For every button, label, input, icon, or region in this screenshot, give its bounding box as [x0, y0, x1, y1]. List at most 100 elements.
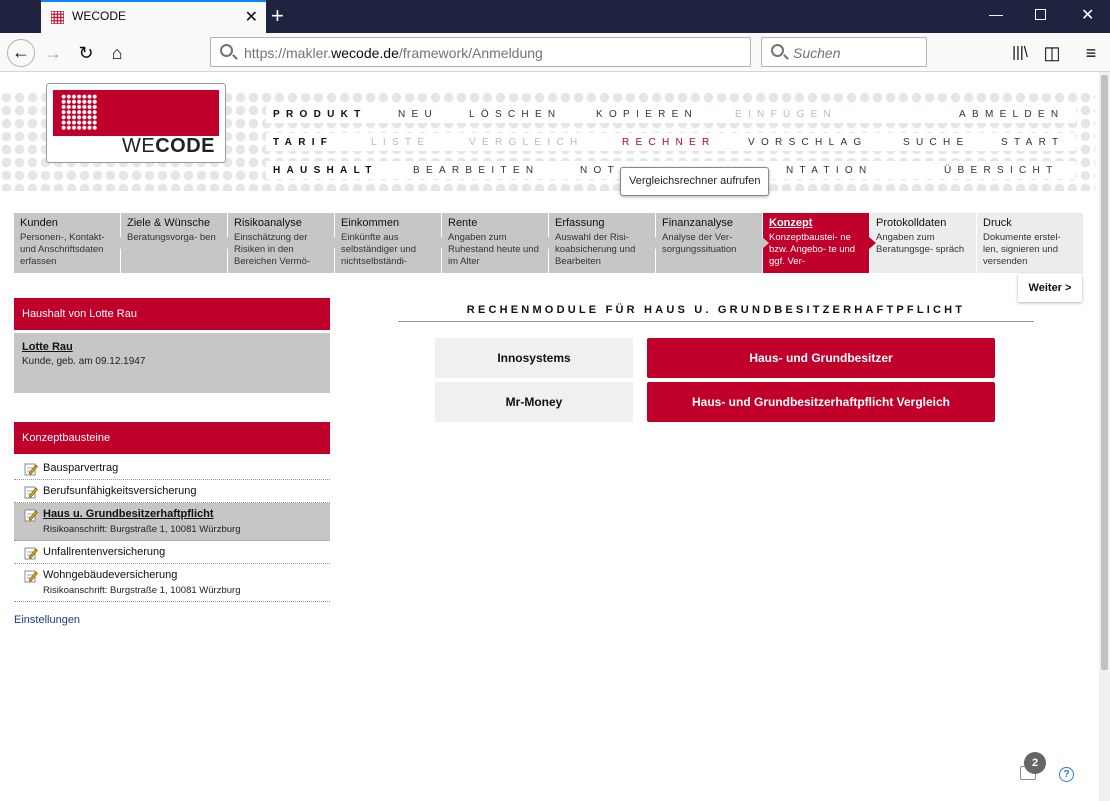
step-arrow-icon — [334, 237, 341, 249]
konzept-item-title: Haus u. Grundbesitzerhaftpflicht — [43, 508, 214, 520]
step-ziele-wünsche[interactable]: Ziele & Wünsche Beratungsvorga- ben — [121, 213, 234, 273]
tab-title: WECODE — [72, 9, 126, 23]
step-risikoanalyse[interactable]: Risikoanalyse Einschätzung der Risiken in… — [228, 213, 341, 273]
edit-pencil-icon — [24, 486, 38, 499]
step-rente[interactable]: Rente Angaben zum Ruhestand heute und im … — [442, 213, 555, 273]
menu-item-abmelden[interactable]: ABMELDEN — [959, 109, 1064, 120]
weiter-button[interactable]: Weiter > — [1018, 274, 1082, 302]
step-title: Erfassung — [555, 217, 605, 229]
library-icon[interactable]: |||\ — [1006, 39, 1034, 67]
menu-item-vorschlag[interactable]: VORSCHLAG — [748, 137, 868, 148]
menu-item-neu[interactable]: NEU — [398, 109, 438, 120]
step-finanzanalyse[interactable]: Finanzanalyse Analyse der Ver- sorgungssi… — [656, 213, 769, 273]
sidebar-icon[interactable]: ◫ — [1038, 39, 1066, 67]
menu-item-produkt[interactable]: PRODUKT — [273, 109, 367, 120]
search-icon — [220, 44, 233, 57]
step-arrow-icon — [227, 237, 234, 249]
logo-dot-grid-icon — [61, 94, 97, 130]
household-card: Lotte Rau Kunde, geb. am 09.12.1947 — [14, 333, 330, 393]
maximize-icon[interactable] — [1035, 9, 1046, 20]
search-bar[interactable]: Suchen — [761, 37, 927, 67]
konzept-item[interactable]: Haus u. Grundbesitzerhaftpflicht Risikoan… — [14, 503, 330, 541]
step-title: Kunden — [20, 217, 58, 229]
step-arrow-icon — [441, 237, 448, 249]
step-description: Auswahl der Risi- koabsicherung und Bear… — [555, 232, 636, 267]
back-arrow-icon[interactable]: ← — [7, 39, 35, 67]
scrollbar-thumb[interactable] — [1101, 75, 1108, 670]
browser-nav-bar: ← → ↻ ⌂ https://makler.wecode.de/framewo… — [0, 33, 1110, 72]
step-arrow-icon — [120, 237, 127, 249]
konzept-item-address: Risikoanschrift: Burgstraße 1, 10081 Wür… — [43, 585, 241, 596]
step-erfassung[interactable]: Erfassung Auswahl der Risi- koabsicherung… — [549, 213, 662, 273]
help-icon[interactable]: ? — [1059, 767, 1074, 782]
step-protokolldaten[interactable]: Protokolldaten Angaben zum Beratungsge- s… — [870, 213, 977, 273]
url-bar[interactable]: https://makler.wecode.de/framework/Anmel… — [210, 37, 751, 67]
step-title: Ziele & Wünsche — [127, 217, 211, 229]
menu-item-löschen[interactable]: LÖSCHEN — [469, 109, 561, 120]
close-tab-icon[interactable]: ✕ — [245, 7, 258, 27]
page-title: RECHENMODULE FÜR HAUS U. GRUNDBESITZERHA… — [466, 304, 966, 316]
step-description: Einkünfte aus selbständiger und nichtsel… — [341, 232, 416, 267]
step-title: Rente — [448, 217, 478, 229]
menu-item-bearbeiten[interactable]: BEARBEITEN — [413, 165, 539, 176]
household-header: Haushalt von Lotte Rau — [14, 298, 330, 330]
konzept-item[interactable]: Berufsunfähigkeitsversicherung — [14, 480, 330, 503]
forward-arrow-icon[interactable]: → — [39, 39, 67, 67]
menu-item-liste: LISTE — [371, 137, 431, 148]
step-description: Beratungsvorga- ben — [127, 232, 216, 243]
menu-item-einfügen: EINFÜGEN — [735, 109, 838, 120]
wecode-favicon-icon — [51, 11, 64, 24]
new-tab-plus-icon[interactable]: + — [271, 3, 284, 29]
customer-name-link[interactable]: Lotte Rau — [22, 341, 322, 353]
module-haus-grundbesitzer-button[interactable]: Haus- und Grundbesitzer — [647, 338, 995, 378]
menu-item-ntation[interactable]: NTATION — [786, 165, 873, 176]
scrollbar[interactable] — [1099, 72, 1110, 801]
process-steps: Kunden Personen-, Kontakt- und Anschrifts… — [14, 213, 1084, 273]
konzept-item-title: Unfallrentenversicherung — [43, 546, 166, 558]
step-description: Dokumente erstel- len, signieren und ver… — [983, 232, 1061, 267]
hamburger-menu-icon[interactable]: ≡ — [1077, 39, 1105, 67]
menu-item-not[interactable]: NOT — [580, 165, 620, 176]
menu-item-start[interactable]: START — [1001, 137, 1064, 148]
konzept-item-title: Bausparvertrag — [43, 462, 119, 474]
step-title: Einkommen — [341, 217, 400, 229]
title-divider — [398, 321, 1034, 322]
home-icon[interactable]: ⌂ — [103, 39, 131, 67]
menu-item-kopieren[interactable]: KOPIEREN — [596, 109, 698, 120]
konzept-item[interactable]: Unfallrentenversicherung — [14, 541, 330, 564]
konzept-item-title: Wohngebäudeversicherung — [43, 569, 178, 581]
menu-item-suche[interactable]: SUCHE — [903, 137, 970, 148]
menu-item-tarif[interactable]: TARIF — [273, 137, 333, 148]
reload-icon[interactable]: ↻ — [72, 39, 100, 67]
step-druck[interactable]: Druck Dokumente erstel- len, signieren un… — [977, 213, 1084, 273]
step-description: Angaben zum Beratungsge- spräch — [876, 232, 965, 255]
konzept-item[interactable]: Bausparvertrag — [14, 457, 330, 480]
minimize-icon[interactable]: — — [989, 6, 1003, 22]
step-einkommen[interactable]: Einkommen Einkünfte aus selbständiger und… — [335, 213, 448, 273]
edit-pencil-icon — [24, 463, 38, 476]
logo-red-block — [53, 90, 219, 136]
browser-tab[interactable]: WECODE ✕ — [41, 0, 266, 33]
menu-item-vergleich: VERGLEICH — [469, 137, 584, 148]
settings-link[interactable]: Einstellungen — [14, 614, 80, 626]
step-description: Angaben zum Ruhestand heute und im Alter — [448, 232, 539, 267]
konzept-header: Konzeptbausteine — [14, 422, 330, 454]
menu-item-rechner[interactable]: RECHNER — [622, 137, 716, 148]
module-vergleich-button[interactable]: Haus- und Grundbesitzerhaftpflicht Vergl… — [647, 382, 995, 422]
step-konzept[interactable]: Konzept Konzeptbaustei- ne bzw. Angebo- t… — [763, 213, 876, 273]
konzept-item[interactable]: Wohngebäudeversicherung Risikoanschrift: … — [14, 564, 330, 602]
step-description: Konzeptbaustei- ne bzw. Angebo- te und g… — [769, 232, 856, 267]
wecode-logo[interactable]: WECODE — [46, 83, 226, 163]
logo-text: WECODE — [121, 135, 215, 157]
edit-pencil-icon — [24, 570, 38, 583]
step-kunden[interactable]: Kunden Personen-, Kontakt- und Anschrifts… — [14, 213, 127, 273]
menu-item-haushalt[interactable]: HAUSHALT — [273, 165, 378, 176]
step-description: Analyse der Ver- sorgungssituation — [662, 232, 737, 255]
step-description: Einschätzung der Risiken in den Bereiche… — [234, 232, 311, 267]
step-title: Druck — [983, 217, 1012, 229]
menu-item-übersicht[interactable]: ÜBERSICHT — [944, 165, 1058, 176]
chat-count-badge: 2 — [1024, 752, 1046, 774]
url-text: https://makler.wecode.de/framework/Anmel… — [244, 45, 543, 61]
close-window-icon[interactable]: ✕ — [1081, 5, 1094, 25]
rechner-tooltip: Vergleichsrechner aufrufen — [620, 167, 770, 196]
